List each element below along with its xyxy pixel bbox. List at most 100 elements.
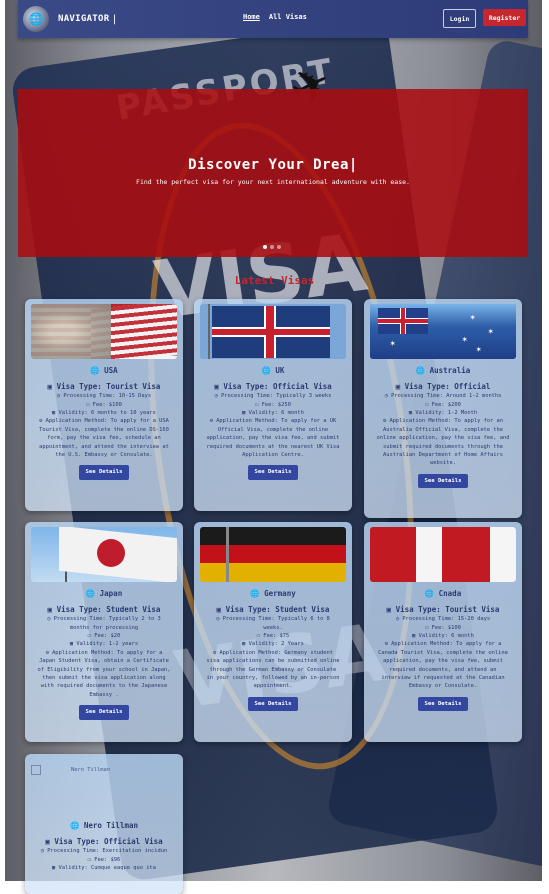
card-processing: ◷ Processing Time: Typically 3 weeks	[214, 393, 332, 400]
card-application: ⚙ Application Method: To apply for a UK …	[206, 418, 340, 458]
carousel-dot[interactable]	[277, 245, 281, 249]
clock-icon: ◷	[214, 393, 218, 400]
canada-flag-image: ♦ ♦	[370, 527, 516, 582]
carousel-dot[interactable]	[270, 245, 274, 249]
card-validity: ▦ Validity: 6 month	[412, 633, 474, 639]
globe-icon: 🌐	[424, 589, 435, 598]
calendar-icon: ▦	[69, 641, 74, 648]
visa-card: ✶ ✶ ✶ ✶ ✶ 🌐 Australia ▣ Visa Type: Offic…	[364, 299, 522, 518]
visa-card: Nero Tillman 🌐 Nero Tillman ▣ Visa Type:…	[25, 754, 183, 894]
clock-icon: ◷	[384, 393, 388, 400]
tasks-icon: ⚙	[209, 418, 213, 425]
money-icon: ▭	[255, 401, 259, 408]
tasks-icon: ⚙	[45, 649, 49, 656]
card-visa-type: ▣ Visa Type: Student Visa	[216, 604, 330, 614]
visa-card: 🌐 USA ▣ Visa Type: Tourist Visa ◷ Proces…	[25, 299, 183, 511]
nav-link-home[interactable]: Home	[243, 13, 260, 21]
card-country: 🌐 Cnada	[424, 589, 462, 598]
japan-flag-image	[31, 527, 177, 582]
globe-icon: 🌐	[69, 821, 80, 830]
card-fee: ▭ Fee: $100	[425, 624, 461, 631]
see-details-button[interactable]: See Details	[418, 473, 468, 489]
globe-icon: 🌐	[250, 589, 260, 598]
register-button[interactable]: Register	[483, 9, 526, 26]
calendar-icon: ▦	[52, 865, 56, 871]
card-validity: ▦ Validity: 6 months to 10 years	[52, 410, 156, 416]
carousel-dot[interactable]	[263, 245, 267, 249]
logo[interactable]: 🌐	[23, 6, 49, 32]
money-icon: ▭	[86, 401, 90, 408]
see-details-button[interactable]: See Details	[248, 465, 298, 480]
card-application: ⚙ Application Method: To apply for an Au…	[376, 418, 510, 467]
nav-link-all-visas[interactable]: All Visas	[269, 13, 307, 21]
money-icon: ▭	[256, 633, 260, 639]
card-country: 🌐 Japan	[85, 589, 123, 598]
see-details-button[interactable]: See Details	[418, 696, 468, 712]
hero-title: Discover Your Drea|	[188, 157, 358, 173]
brand-cursor: |	[111, 13, 118, 25]
nav-links: Home All Visas	[243, 13, 307, 21]
calendar-icon: ▦	[408, 410, 413, 416]
globe-icon: 🌐	[85, 589, 96, 598]
card-application: ⚙ Application Method: Germany student vi…	[206, 649, 340, 690]
see-details-button[interactable]: See Details	[248, 696, 298, 712]
card-country: 🌐 Australia	[415, 366, 471, 375]
card-fee: ▭ Fee: $250	[255, 401, 291, 408]
calendar-icon: ▦	[52, 410, 56, 416]
tasks-icon: ⚙	[384, 641, 388, 648]
card-application: ⚙ Application Method: To apply for a USA…	[39, 418, 169, 458]
money-icon: ▭	[87, 633, 91, 639]
card-visa-type: ▣ Visa Type: Student Visa	[47, 604, 161, 614]
card-fee: ▭ Fee: $75	[256, 633, 290, 639]
card-fee: ▭ Fee: $96	[87, 856, 121, 863]
globe-icon: 🌐	[261, 366, 271, 375]
globe-icon: 🌐	[415, 366, 426, 375]
login-button[interactable]: Login	[443, 9, 476, 28]
calendar-icon: ▦	[242, 410, 246, 416]
money-icon: ▭	[425, 624, 429, 631]
card-validity: ▦ Validity: 1-2 Month	[408, 410, 478, 416]
visa-card: 🌐 UK ▣ Visa Type: Official Visa ◷ Proces…	[194, 299, 352, 511]
carousel-indicators	[263, 245, 281, 249]
tasks-icon: ⚙	[39, 418, 43, 425]
globe-icon: 🌐	[90, 366, 100, 375]
calendar-icon: ▦	[412, 633, 416, 639]
card-application: ⚙ Application Method: To apply for a Jap…	[37, 649, 171, 698]
card-visa-type: ▣ Visa Type: Tourist Visa	[47, 381, 161, 391]
uk-flag-image	[200, 304, 346, 359]
broken-image-icon	[31, 765, 41, 775]
card-processing: ◷ Processing Time: 10-15 Days	[56, 393, 152, 400]
card-validity: ▦ Validity: Cumque eaque quo ita	[52, 865, 156, 871]
clock-icon: ◷	[47, 616, 51, 623]
card-fee: ▭ Fee: $100	[86, 401, 122, 408]
tasks-icon: ⚙	[382, 418, 387, 425]
card-processing: ◷ Processing Time: Exercitation incidun	[40, 848, 168, 855]
card-country: 🌐 Nero Tillman	[69, 821, 139, 830]
navbar: 🌐 NAVIGATOR | Home All Visas Login Regis…	[18, 0, 528, 38]
see-details-button[interactable]: See Details	[79, 465, 129, 480]
calendar-icon: ▦	[242, 641, 246, 648]
brand-name[interactable]: NAVIGATOR	[58, 14, 109, 24]
clock-icon: ◷	[395, 616, 400, 623]
card-visa-type: ▣ Visa Type: Official	[395, 381, 491, 391]
card-validity: ▦ Validity: 1-2 years	[69, 641, 139, 648]
hero-banner: Discover Your Drea| Find the perfect vis…	[18, 89, 528, 257]
germany-flag-image	[200, 527, 346, 582]
passport-icon: ▣	[45, 836, 50, 846]
card-visa-type: ▣ Visa Type: Tourist Visa	[386, 604, 500, 614]
card-fee: ▭ Fee: $200	[425, 401, 461, 408]
clock-icon: ◷	[40, 848, 44, 855]
card-application: ⚙ Application Method: To apply for a Can…	[378, 641, 508, 690]
tasks-icon: ⚙	[212, 649, 217, 656]
card-fee: ▭ Fee: $20	[87, 633, 121, 639]
section-title: Latest Visas	[234, 274, 315, 287]
passport-icon: ▣	[386, 604, 392, 614]
passport-icon: ▣	[47, 604, 53, 614]
money-icon: ▭	[87, 856, 91, 863]
passport-icon: ▣	[47, 381, 53, 391]
passport-icon: ▣	[395, 381, 401, 391]
card-visa-type: ▣ Visa Type: Official Visa	[45, 836, 163, 846]
see-details-button[interactable]: See Details	[79, 705, 129, 720]
card-country: 🌐 Germany	[250, 589, 296, 598]
card-validity: ▦ Validity: 6 month	[242, 410, 304, 416]
